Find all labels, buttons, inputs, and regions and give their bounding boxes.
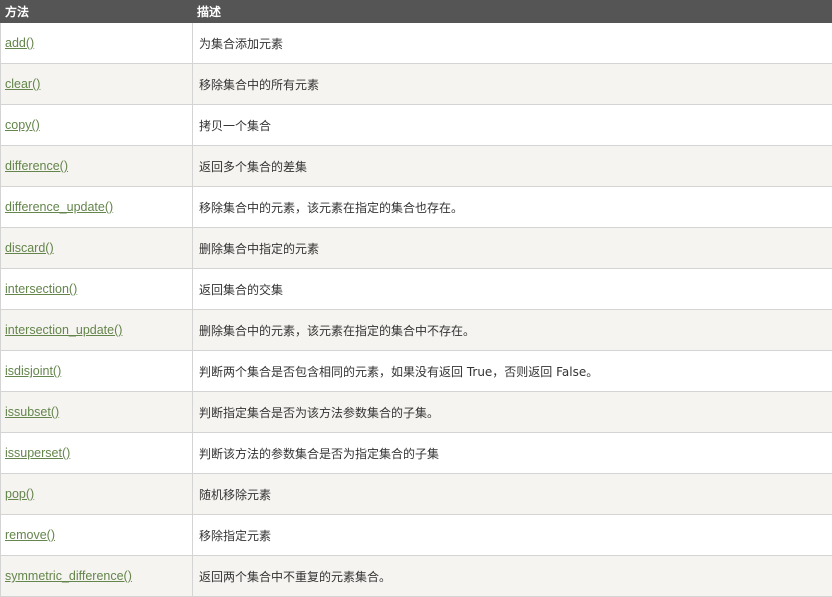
description-cell: 判断两个集合是否包含相同的元素，如果没有返回 True，否则返回 False。 [193,351,832,392]
description-cell: 移除集合中的元素，该元素在指定的集合也存在。 [193,187,832,228]
method-cell: remove() [1,515,193,556]
table-row: pop() 随机移除元素 [1,474,832,515]
table-header: 方法 描述 [1,1,832,23]
method-cell: symmetric_difference() [1,556,193,597]
method-link-copy[interactable]: copy() [5,118,40,132]
description-cell: 随机移除元素 [193,474,832,515]
description-cell: 返回集合的交集 [193,269,832,310]
method-cell: intersection() [1,269,193,310]
description-cell: 删除集合中的元素，该元素在指定的集合中不存在。 [193,310,832,351]
header-row: 方法 描述 [1,1,832,23]
table-body: add() 为集合添加元素 clear() 移除集合中的所有元素 copy() … [1,23,832,597]
table-row: intersection_update() 删除集合中的元素，该元素在指定的集合… [1,310,832,351]
method-link-add[interactable]: add() [5,36,34,50]
table-row: issubset() 判断指定集合是否为该方法参数集合的子集。 [1,392,832,433]
method-cell: difference_update() [1,187,193,228]
table-row: isdisjoint() 判断两个集合是否包含相同的元素，如果没有返回 True… [1,351,832,392]
method-link-difference[interactable]: difference() [5,159,68,173]
description-cell: 判断指定集合是否为该方法参数集合的子集。 [193,392,832,433]
table-row: difference_update() 移除集合中的元素，该元素在指定的集合也存… [1,187,832,228]
method-link-remove[interactable]: remove() [5,528,55,542]
method-cell: isdisjoint() [1,351,193,392]
method-cell: discard() [1,228,193,269]
method-link-issuperset[interactable]: issuperset() [5,446,70,460]
description-cell: 移除集合中的所有元素 [193,64,832,105]
method-link-symmetric-difference[interactable]: symmetric_difference() [5,569,132,583]
description-cell: 移除指定元素 [193,515,832,556]
method-cell: issuperset() [1,433,193,474]
methods-table: 方法 描述 add() 为集合添加元素 clear() 移除集合中的所有元素 c… [0,0,832,597]
description-cell: 拷贝一个集合 [193,105,832,146]
method-link-difference-update[interactable]: difference_update() [5,200,113,214]
table-row: issuperset() 判断该方法的参数集合是否为指定集合的子集 [1,433,832,474]
description-cell: 删除集合中指定的元素 [193,228,832,269]
method-link-issubset[interactable]: issubset() [5,405,59,419]
method-link-intersection-update[interactable]: intersection_update() [5,323,122,337]
method-link-pop[interactable]: pop() [5,487,34,501]
table-row: difference() 返回多个集合的差集 [1,146,832,187]
method-link-isdisjoint[interactable]: isdisjoint() [5,364,61,378]
header-description: 描述 [193,1,832,23]
table-row: remove() 移除指定元素 [1,515,832,556]
method-cell: pop() [1,474,193,515]
description-cell: 返回多个集合的差集 [193,146,832,187]
method-link-discard[interactable]: discard() [5,241,54,255]
method-link-intersection[interactable]: intersection() [5,282,77,296]
table-row: discard() 删除集合中指定的元素 [1,228,832,269]
method-cell: copy() [1,105,193,146]
table-row: add() 为集合添加元素 [1,23,832,64]
description-cell: 判断该方法的参数集合是否为指定集合的子集 [193,433,832,474]
description-cell: 返回两个集合中不重复的元素集合。 [193,556,832,597]
table-row: intersection() 返回集合的交集 [1,269,832,310]
method-cell: difference() [1,146,193,187]
method-cell: clear() [1,64,193,105]
header-method: 方法 [1,1,193,23]
table-row: copy() 拷贝一个集合 [1,105,832,146]
method-link-clear[interactable]: clear() [5,77,40,91]
method-cell: add() [1,23,193,64]
method-cell: intersection_update() [1,310,193,351]
table-row: symmetric_difference() 返回两个集合中不重复的元素集合。 [1,556,832,597]
description-cell: 为集合添加元素 [193,23,832,64]
method-cell: issubset() [1,392,193,433]
table-row: clear() 移除集合中的所有元素 [1,64,832,105]
